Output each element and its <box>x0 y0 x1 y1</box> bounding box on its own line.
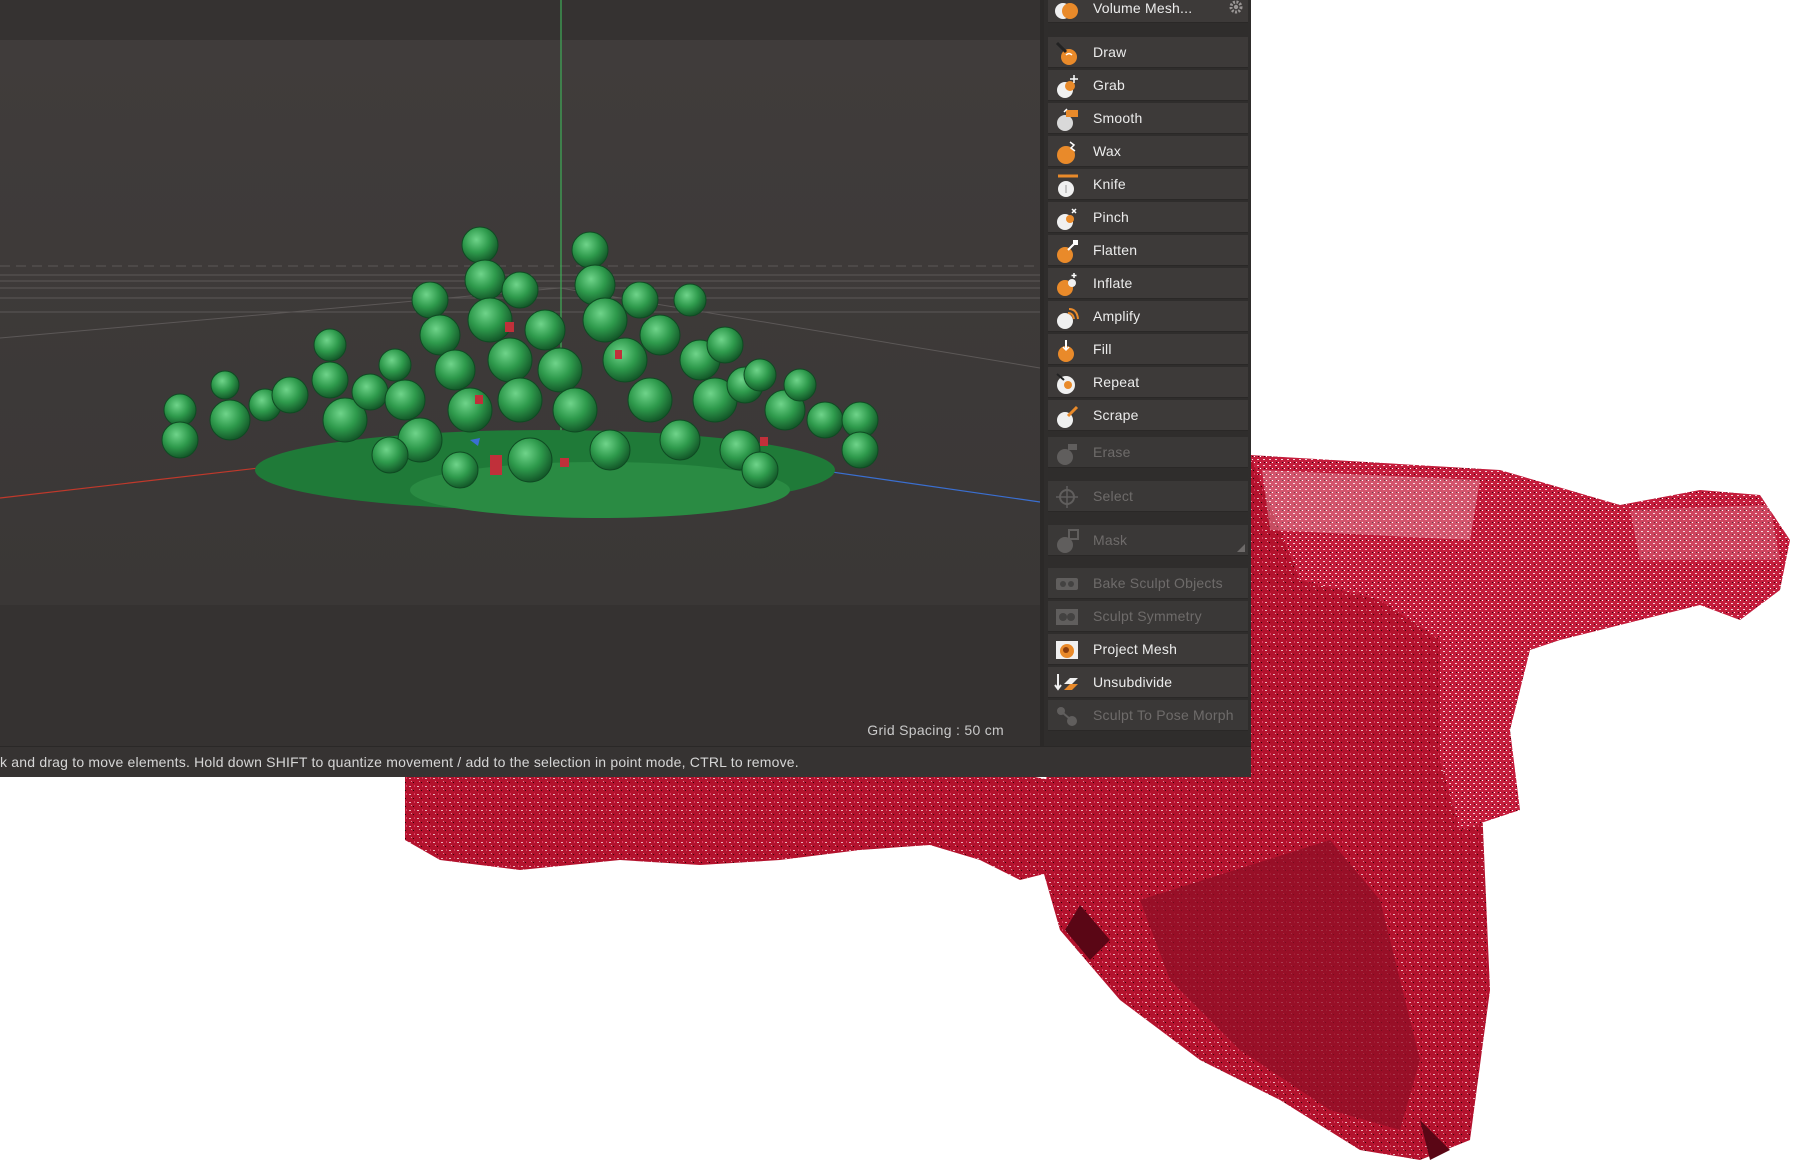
3d-viewport[interactable]: Grid Spacing : 50 cm <box>0 0 1040 746</box>
draw-icon <box>1055 41 1077 65</box>
grid-spacing-label: Grid Spacing : 50 cm <box>867 722 1004 738</box>
tool-label: Amplify <box>1093 308 1141 324</box>
status-bar: k and drag to move elements. Hold down S… <box>0 746 1251 777</box>
tool-fill[interactable]: Fill <box>1048 334 1248 365</box>
sculpt-symmetry-icon <box>1056 609 1078 625</box>
repeat-icon <box>1056 373 1075 394</box>
tool-knife[interactable]: Knife <box>1048 169 1248 200</box>
command-label: Sculpt To Pose Morph <box>1093 707 1234 723</box>
tool-label: Scrape <box>1093 407 1139 423</box>
erase-icon <box>1057 444 1077 465</box>
tool-label: Inflate <box>1093 275 1133 291</box>
tool-wax[interactable]: Wax <box>1048 136 1248 167</box>
tool-label: Pinch <box>1093 209 1130 225</box>
mode-select[interactable]: Select <box>1048 481 1248 512</box>
scrape-icon <box>1057 405 1079 428</box>
tool-draw[interactable]: Draw <box>1048 37 1248 68</box>
tool-flatten[interactable]: Flatten <box>1048 235 1248 266</box>
fill-icon <box>1058 340 1074 362</box>
knife-icon <box>1058 174 1078 197</box>
tool-label: Knife <box>1093 176 1126 192</box>
cmd-bake-sculpt-objects[interactable]: Bake Sculpt Objects <box>1048 568 1248 599</box>
tool-label: Flatten <box>1093 242 1138 258</box>
mode-erase[interactable]: Erase <box>1048 437 1248 468</box>
mode-mask[interactable]: Mask <box>1048 525 1248 556</box>
tool-label: Grab <box>1093 77 1125 93</box>
volume-mesh-button[interactable]: Volume Mesh... <box>1048 0 1248 23</box>
tool-repeat[interactable]: Repeat <box>1048 367 1248 398</box>
sculpt-tool-palette: Volume Mesh... Draw Grab Smooth Wax Knif… <box>1044 0 1251 746</box>
viewport-canvas[interactable] <box>0 0 1040 746</box>
mode-label: Erase <box>1093 444 1131 460</box>
command-label: Sculpt Symmetry <box>1093 608 1202 624</box>
smooth-icon <box>1057 108 1078 131</box>
tool-label: Repeat <box>1093 374 1140 390</box>
command-label: Project Mesh <box>1093 641 1178 657</box>
tool-smooth[interactable]: Smooth <box>1048 103 1248 134</box>
tool-scrape[interactable]: Scrape <box>1048 400 1248 431</box>
tool-pinch[interactable]: Pinch <box>1048 202 1248 233</box>
command-label: Unsubdivide <box>1093 674 1173 690</box>
inflate-icon <box>1057 273 1077 296</box>
tool-label: Draw <box>1093 44 1127 60</box>
pose-morph-icon <box>1057 707 1077 726</box>
mode-label: Select <box>1093 488 1134 504</box>
volume-mesh-icon <box>1055 3 1078 19</box>
select-icon <box>1056 486 1078 508</box>
bake-sculpt-icon <box>1056 578 1078 590</box>
command-label: Bake Sculpt Objects <box>1093 575 1223 591</box>
volume-mesh-label: Volume Mesh... <box>1093 0 1193 16</box>
unsubdivide-icon <box>1054 674 1078 691</box>
project-mesh-icon <box>1056 641 1078 659</box>
corner-resize-icon <box>1237 544 1245 552</box>
cmd-sculpt-to-pose-morph[interactable]: Sculpt To Pose Morph <box>1048 700 1248 731</box>
mask-icon <box>1057 529 1079 553</box>
tool-inflate[interactable]: Inflate <box>1048 268 1248 299</box>
wax-icon <box>1057 141 1076 164</box>
cmd-unsubdivide[interactable]: Unsubdivide <box>1048 667 1248 698</box>
tool-amplify[interactable]: Amplify <box>1048 301 1248 332</box>
cmd-sculpt-symmetry[interactable]: Sculpt Symmetry <box>1048 601 1248 632</box>
tool-grab[interactable]: Grab <box>1048 70 1248 101</box>
cmd-project-mesh[interactable]: Project Mesh <box>1048 634 1248 665</box>
tool-label: Wax <box>1093 143 1122 159</box>
pinch-icon <box>1057 208 1077 230</box>
grab-icon <box>1057 75 1078 98</box>
tool-label: Smooth <box>1093 110 1143 126</box>
amplify-icon <box>1057 308 1079 329</box>
status-text: k and drag to move elements. Hold down S… <box>0 754 799 770</box>
flatten-icon <box>1057 240 1078 263</box>
mode-label: Mask <box>1093 532 1128 548</box>
tool-label: Fill <box>1093 341 1112 357</box>
gear-icon[interactable] <box>1228 0 1244 15</box>
app-window: Grid Spacing : 50 cm Volume Mesh... Draw… <box>0 0 1251 777</box>
